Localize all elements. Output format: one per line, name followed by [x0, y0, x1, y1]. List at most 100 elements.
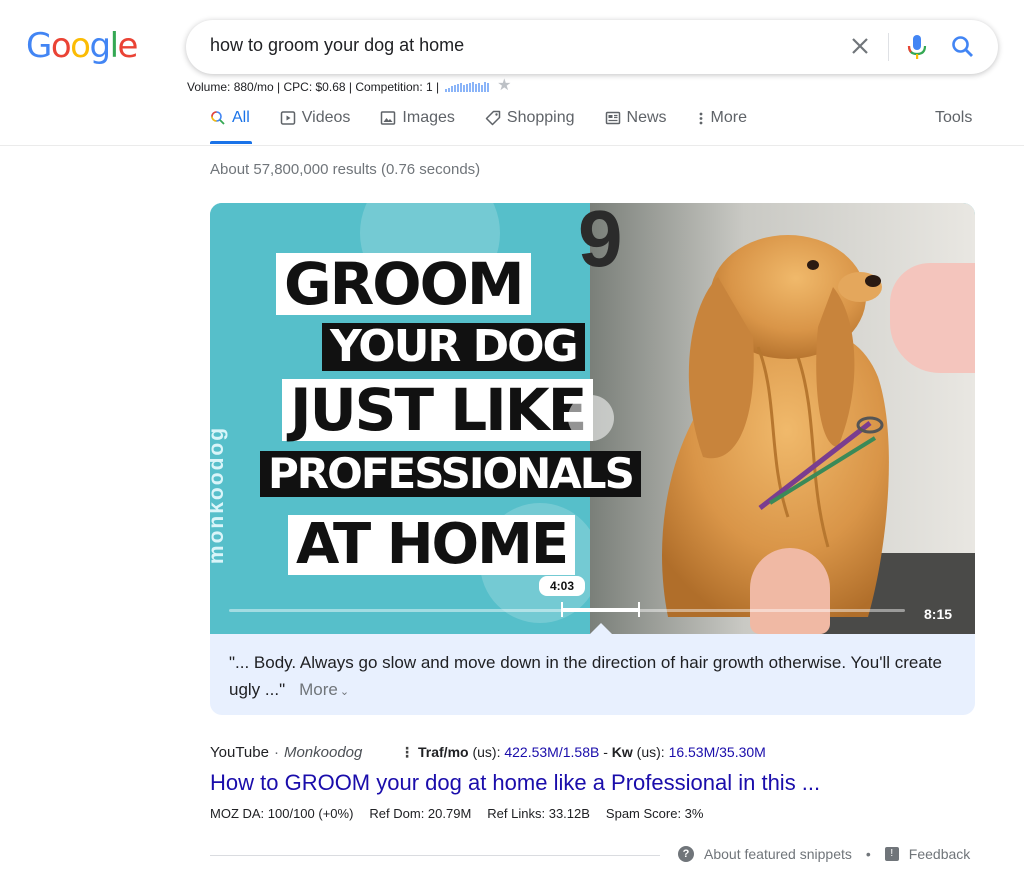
active-tab-indicator — [210, 141, 252, 144]
wall-decoration: 9 — [578, 203, 623, 283]
trend-bar — [481, 85, 484, 92]
result-site: YouTube — [210, 744, 269, 761]
tab-label: News — [626, 109, 667, 126]
result-author: Monkoodog — [283, 744, 363, 761]
kw-label: Kw — [611, 744, 633, 760]
help-icon: ? — [678, 846, 694, 862]
snippet-text: "... Body. Always go slow and move down … — [229, 649, 949, 706]
play-button[interactable] — [568, 395, 614, 441]
separator-dot: • — [865, 846, 871, 862]
trend-bar — [466, 84, 469, 92]
trend-bar — [484, 82, 487, 92]
google-logo[interactable]: Google — [26, 26, 139, 66]
more-link[interactable]: More ⌄ — [299, 680, 349, 699]
chevron-down-icon: ⌄ — [339, 686, 350, 698]
thumbnail-title-line: PROFESSIONALS — [260, 451, 641, 497]
search-divider — [888, 33, 889, 61]
tag-icon — [485, 110, 501, 126]
logo-letter: o — [70, 26, 91, 66]
moz-spam-score: Spam Score: 3% — [605, 806, 704, 821]
thumbnail-title-line: GROOM — [276, 253, 531, 315]
more-label: More — [299, 680, 338, 699]
grooming-scissors — [758, 416, 884, 510]
search-icon — [211, 111, 225, 125]
feedback-link[interactable]: Feedback — [909, 846, 970, 862]
thumbnail-title-line: JUST LIKE — [282, 379, 594, 441]
seo-metrics-text: Volume: 880/mo | CPC: $0.68 | Competitio… — [187, 80, 440, 94]
tab-images[interactable]: Images — [380, 106, 455, 130]
key-moment-timestamp: 4:03 — [539, 576, 585, 596]
play-square-icon — [280, 111, 296, 125]
trend-bar — [451, 86, 454, 92]
trend-bar — [454, 85, 457, 92]
kebab-icon — [699, 112, 702, 125]
groomer-hand — [890, 263, 975, 373]
logo-letter: g — [89, 26, 111, 66]
moz-da: MOZ DA: 100/100 (+0%) — [210, 806, 354, 821]
search-icon[interactable] — [950, 34, 976, 60]
tab-more[interactable]: More — [697, 106, 747, 130]
trend-bar — [472, 82, 475, 92]
traf-value[interactable]: 422.53M/1.58B — [504, 744, 599, 760]
logo-letter: e — [117, 26, 139, 66]
traf-label: Traf/mo — [418, 744, 469, 760]
moz-metrics: MOZ DA: 100/100 (+0%) Ref Dom: 20.79M Ref … — [210, 806, 719, 821]
tab-label: More — [710, 109, 747, 126]
header-divider — [0, 145, 1024, 146]
thumbnail-title-line: YOUR DOG — [322, 323, 585, 371]
logo-letter: o — [50, 26, 72, 66]
trend-bar — [478, 83, 481, 92]
tools-button[interactable]: Tools — [935, 109, 972, 127]
tab-videos[interactable]: Videos — [280, 106, 351, 130]
close-icon[interactable] — [848, 34, 872, 58]
channel-watermark: monkoodog — [210, 425, 229, 565]
kebab-icon[interactable]: ⋮ — [400, 744, 414, 760]
microphone-icon[interactable] — [906, 33, 928, 61]
trend-bar — [475, 84, 478, 92]
tab-news[interactable]: News — [605, 106, 667, 130]
result-stats: About 57,800,000 results (0.76 seconds) — [210, 161, 481, 178]
separator-dot: · — [273, 744, 279, 761]
newspaper-icon — [605, 111, 620, 125]
trend-bar — [463, 85, 466, 92]
tab-label: Images — [402, 109, 455, 126]
featured-video-card: 9 monkoodog GROOM YOUR DOG JUST LIKE PRO… — [210, 203, 975, 715]
trend-bar — [448, 88, 451, 92]
snippet-pointer — [590, 623, 612, 634]
tab-label: Shopping — [506, 109, 575, 126]
footer-divider — [210, 855, 660, 856]
logo-letter: G — [26, 26, 52, 66]
seo-metrics-bar: Volume: 880/mo | CPC: $0.68 | Competitio… — [187, 77, 512, 97]
tab-all[interactable]: All — [210, 106, 250, 130]
trend-bar — [460, 83, 463, 92]
snippet-footer: ? About featured snippets • ! Feedback — [678, 846, 970, 862]
trend-bar — [457, 84, 460, 92]
trend-bar — [469, 83, 472, 92]
moz-ref-links: Ref Links: 33.12B — [487, 806, 590, 821]
search-input[interactable]: how to groom your dog at home — [210, 35, 464, 56]
tab-shopping[interactable]: Shopping — [485, 106, 575, 130]
trend-bar — [445, 89, 448, 92]
video-thumbnail[interactable]: 9 monkoodog GROOM YOUR DOG JUST LIKE PRO… — [210, 203, 975, 634]
traffic-metrics: ⋮ Traf/mo (us): 422.53M/1.58B - Kw (us): … — [400, 744, 766, 760]
traf-region: (us): — [472, 744, 501, 760]
logo-letter: l — [109, 26, 119, 66]
kw-value[interactable]: 16.53M/35.30M — [669, 744, 766, 760]
groomer-hand — [750, 548, 830, 634]
kw-region: (us): — [636, 744, 665, 760]
thumbnail-title-line: AT HOME — [288, 515, 576, 575]
moz-ref-dom: Ref Dom: 20.79M — [369, 806, 472, 821]
trend-sparkline — [445, 82, 490, 92]
tab-label: Videos — [301, 109, 351, 126]
trend-bar — [487, 83, 490, 92]
key-moment-segment[interactable] — [562, 608, 640, 612]
about-featured-snippets-link[interactable]: About featured snippets — [704, 846, 852, 862]
segment-start-marker — [561, 602, 563, 617]
search-tabs: All Videos Images Shopping News More — [210, 106, 777, 130]
segment-end-marker — [638, 602, 640, 617]
feedback-icon: ! — [884, 847, 899, 861]
video-duration: 8:15 — [924, 606, 953, 622]
result-title-link[interactable]: How to GROOM your dog at home like a Pro… — [210, 770, 820, 796]
star-icon[interactable]: ★ — [497, 75, 511, 95]
search-box[interactable]: how to groom your dog at home — [186, 20, 998, 74]
